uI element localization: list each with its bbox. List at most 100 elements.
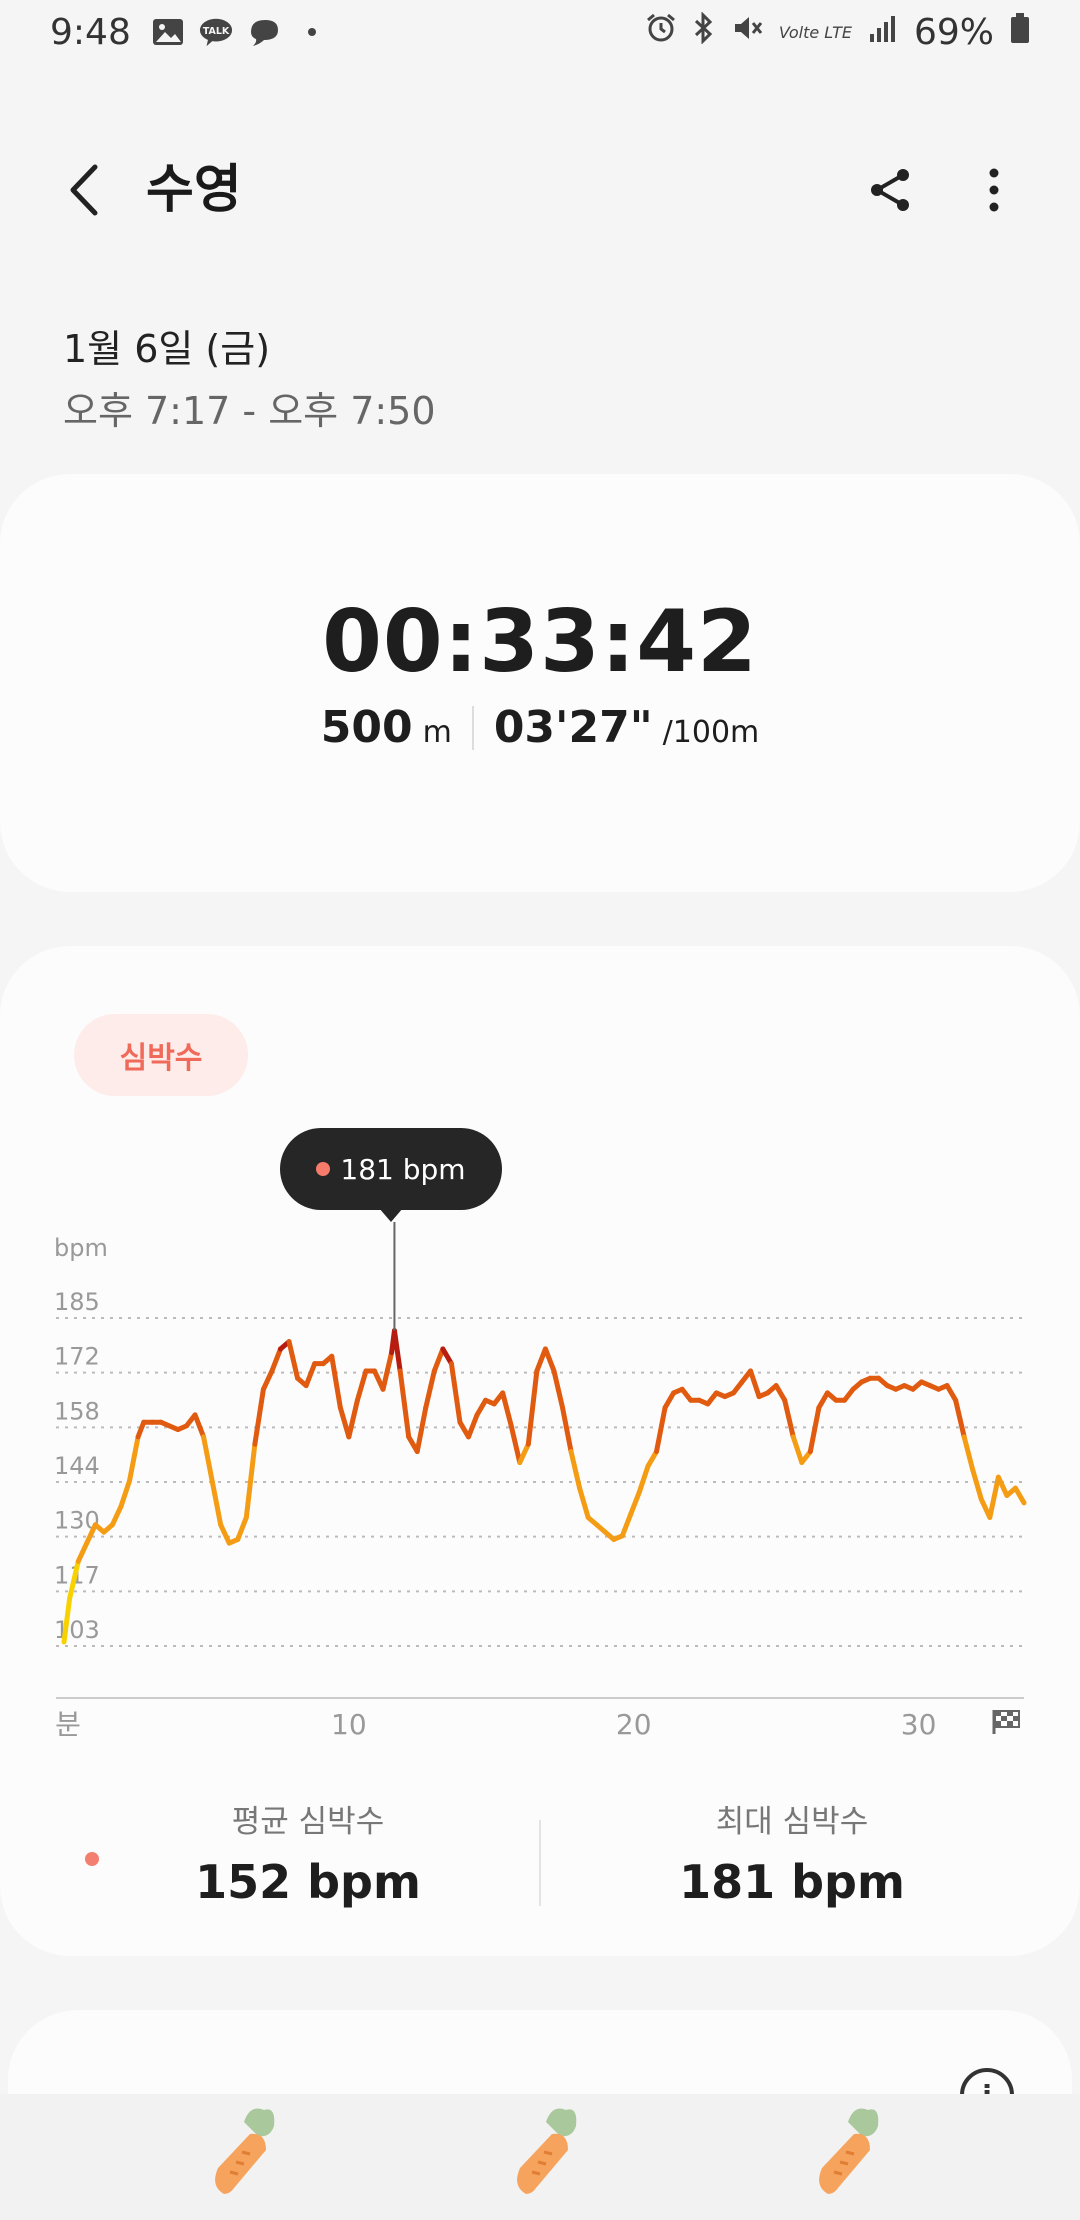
pace-unit: /100m [662,715,760,750]
heart-rate-line-segment [474,1397,489,1418]
heart-rate-line-segment [201,1434,215,1484]
heart-rate-line-segment [807,1405,822,1455]
heart-rate-line-segment [109,1503,124,1528]
heart-rate-line-segment [431,1346,446,1374]
finish-flag-icon [992,1710,1020,1734]
share-button[interactable] [858,158,922,222]
app-bar: 수영 [0,130,1080,250]
heart-rate-line-segment [619,1511,634,1539]
message-icon [247,16,281,48]
heart-rate-chart[interactable]: bpm 103117130144158172185 분 102030 [0,946,1080,1766]
mute-icon [731,12,763,53]
workout-duration: 00:33:42 [322,592,758,692]
heart-rate-line-segment [560,1405,574,1455]
max-heart-rate: 최대 심박수 181 bpm [622,1796,962,1909]
heart-rate-stats: 평균 심박수 152 bpm 최대 심박수 181 bpm [0,1796,1080,1916]
more-options-button[interactable] [962,158,1026,222]
distance-value: 500 [320,702,413,753]
y-tick-label: 144 [54,1452,100,1480]
gallery-icon [151,16,185,48]
avg-heart-rate-value: 152 bpm [195,1855,421,1909]
y-tick-label: 158 [54,1397,100,1425]
status-indicators: Volte LTE 69% [645,10,1030,53]
x-tick-label: 10 [331,1708,367,1741]
x-tick-label: 30 [901,1708,937,1741]
avg-heart-rate-label: 평균 심박수 [231,1804,385,1840]
page-title: 수영 [146,160,242,220]
heart-rate-line-segment [517,1441,531,1466]
status-time: 9:48 [50,11,131,53]
back-arrow-icon [70,164,98,216]
heart-rate-line-segment [414,1405,429,1455]
heart-rate-line-segment [961,1434,976,1473]
heart-rate-line-segment [303,1361,318,1389]
summary-metrics: 500 m 03'27" /100m [0,702,1080,753]
summary-card: 00:33:42 500 m 03'27" /100m [0,474,1080,892]
workout-time-range: 오후 7:17 - 오후 7:50 [63,389,436,433]
heart-rate-line-segment [329,1353,343,1411]
legend-dot [85,1852,99,1866]
more-vertical-icon [989,168,999,212]
kakaotalk-icon: TALK [199,16,233,48]
heart-rate-line-segment [816,1390,830,1411]
heart-rate-line-segment [551,1368,566,1411]
heart-rate-line-segment [380,1350,395,1392]
heart-rate-line-segment [440,1346,454,1367]
heart-rate-line-segment [269,1346,283,1374]
network-type: Volte LTE [778,22,852,42]
battery-icon [1010,12,1030,53]
heart-rate-line-segment [118,1478,133,1509]
bluetooth-icon [693,10,715,53]
heart-rate-line-segment [346,1397,360,1440]
heart-rate-line-segment [995,1474,1010,1498]
y-tick-label: 103 [54,1616,100,1644]
heart-rate-line-segment [448,1361,463,1425]
heart-rate-line-segment [782,1397,796,1440]
heart-rate-line-segment [568,1449,583,1491]
heart-rate-line-segment [260,1368,275,1392]
carrot-sticker-icon [215,2108,275,2194]
heart-rate-line-segment [577,1485,591,1520]
heart-rate-line-segment [748,1368,762,1400]
avg-heart-rate: 평균 심박수 152 bpm [138,1796,478,1909]
heart-rate-line-segment [970,1467,984,1502]
status-bar: 9:48 TALK Volte LTE 69% [0,0,1080,64]
heart-rate-line-segment [636,1463,651,1495]
heart-rate-line-segment [243,1441,258,1520]
heart-rate-line-segment [773,1383,788,1403]
y-axis-unit-label: bpm [54,1234,108,1262]
signal-icon [868,12,898,53]
heart-rate-line-segment [953,1397,967,1440]
pace-value: 03'27" [493,702,653,753]
heart-rate-line-segment [252,1386,266,1447]
heart-rate-line-segment [628,1489,642,1517]
heart-rate-line-segment [423,1368,437,1411]
svg-text:TALK: TALK [203,26,230,37]
heart-rate-line-segment [218,1522,232,1546]
heart-rate-line-segment [542,1346,557,1374]
workout-date: 1월 6일 (금) [63,327,271,371]
heart-rate-line-segment [645,1449,660,1469]
back-button[interactable] [52,158,116,222]
x-tick-label: 20 [616,1708,652,1741]
y-tick-label: 172 [54,1343,100,1371]
heart-rate-line-segment [75,1540,90,1564]
y-tick-label: 185 [54,1288,100,1316]
heart-rate-line-segment [662,1390,677,1411]
heart-rate-line-segment [790,1434,805,1466]
max-heart-rate-value: 181 bpm [679,1855,905,1909]
carrot-sticker-icon [517,2108,577,2194]
heart-rate-line-segment [466,1412,480,1440]
heart-rate-line-segment [354,1368,369,1403]
distance-unit: m [422,715,452,750]
notification-icons: TALK [151,16,329,48]
heart-rate-line-segment [209,1478,224,1528]
heart-rate-line-segment [127,1434,141,1484]
heart-rate-line-segment [500,1390,514,1429]
heart-rate-line-segment [1012,1485,1027,1506]
heart-rate-line-segment [391,1328,403,1374]
metrics-divider [471,705,474,750]
more-notifications-dot-icon [295,16,329,48]
tooltip-dot [316,1162,331,1176]
heart-rate-line-segment [987,1474,1001,1520]
